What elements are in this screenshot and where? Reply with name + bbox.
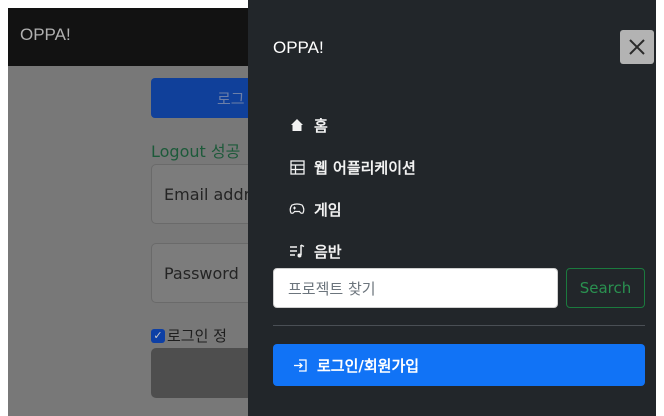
close-x-icon bbox=[629, 39, 645, 55]
nav-item-album[interactable]: 음반 bbox=[288, 230, 416, 272]
project-search-input[interactable]: 프로젝트 찾기 bbox=[273, 268, 558, 308]
nav-item-home[interactable]: 홈 bbox=[288, 104, 416, 146]
nav-item-web-app[interactable]: 웹 어플리케이션 bbox=[288, 146, 416, 188]
nav-item-label: 게임 bbox=[314, 200, 342, 219]
divider bbox=[273, 325, 645, 326]
remember-login-checkbox: ✓ 로그인 정 bbox=[151, 325, 227, 346]
nav-item-label: 웹 어플리케이션 bbox=[314, 158, 416, 177]
music-list-icon bbox=[288, 242, 306, 260]
offcanvas-title: OPPA! bbox=[273, 38, 324, 57]
offcanvas-nav: 홈 웹 어플리케이션 게임 음반 bbox=[288, 104, 416, 272]
table-icon bbox=[288, 158, 306, 176]
close-button[interactable] bbox=[620, 30, 654, 64]
checkbox-checked-icon: ✓ bbox=[151, 328, 165, 343]
logout-success-text: Logout 성공 bbox=[151, 142, 241, 161]
controller-icon bbox=[288, 200, 306, 218]
nav-item-label: 음반 bbox=[314, 242, 342, 261]
nav-item-label: 홈 bbox=[314, 116, 328, 135]
nav-item-game[interactable]: 게임 bbox=[288, 188, 416, 230]
offcanvas-menu: OPPA! 홈 웹 어플리케이션 게임 음반 프로젝트 찾기 Search 로그… bbox=[248, 0, 664, 416]
box-arrow-in-icon bbox=[291, 356, 309, 374]
background-brand: OPPA! bbox=[20, 25, 71, 44]
home-icon bbox=[288, 116, 306, 134]
remember-login-label: 로그인 정 bbox=[167, 327, 227, 345]
login-signup-button[interactable]: 로그인/회원가입 bbox=[273, 344, 645, 386]
page-edge bbox=[656, 0, 664, 416]
search-button[interactable]: Search bbox=[566, 268, 645, 308]
login-signup-label: 로그인/회원가입 bbox=[317, 356, 420, 375]
